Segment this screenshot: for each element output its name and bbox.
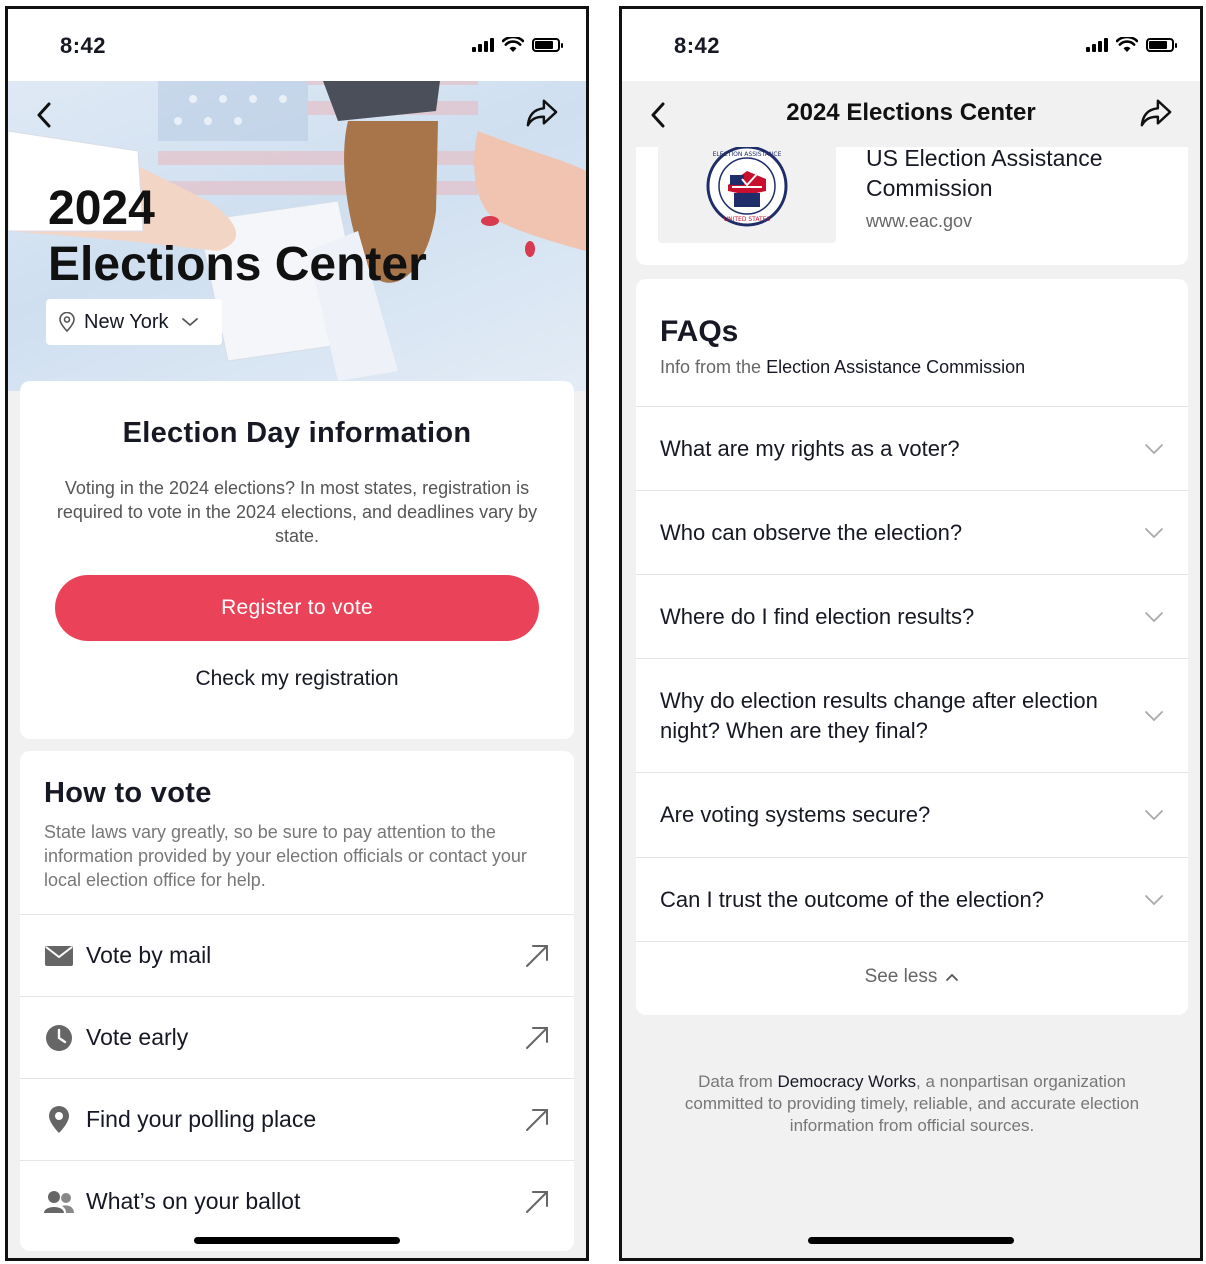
wifi-icon (1116, 37, 1138, 52)
chevron-down-icon (1145, 527, 1163, 538)
eac-name: US Election Assistance Commission (866, 145, 1103, 201)
status-icons (472, 37, 563, 53)
see-less-button[interactable]: See less (636, 941, 1188, 1011)
external-arrow-icon (526, 1026, 548, 1049)
how-to-vote-item-polling-place[interactable]: Find your polling place (20, 1078, 574, 1160)
faq-list: What are my rights as a voter? Who can o… (636, 406, 1188, 1011)
faq-card: FAQs Info from the Election Assistance C… (636, 279, 1188, 1015)
faq-item[interactable]: Where do I find election results? (636, 574, 1188, 658)
location-label: New York (84, 310, 169, 333)
page-title-line-1: 2024 (48, 182, 155, 235)
how-to-vote-description: State laws vary greatly, so be sure to p… (44, 822, 527, 890)
eac-source-card[interactable]: ELECTION ASSISTANCE UNITED STATES US Ele… (636, 129, 1188, 265)
status-icons (1086, 37, 1177, 53)
share-arrow-icon (1140, 99, 1172, 127)
data-source-link[interactable]: Democracy Works (778, 1072, 917, 1091)
faq-subtitle-prefix: Info from the (660, 357, 762, 377)
see-less-label: See less (864, 965, 938, 987)
how-to-vote-item-ballot[interactable]: What’s on your ballot (20, 1160, 574, 1242)
election-day-description: Voting in the 2024 elections? In most st… (56, 478, 538, 546)
share-arrow-icon (526, 99, 558, 127)
status-bar: 8:42 (622, 9, 1200, 81)
check-registration-link[interactable]: Check my registration (20, 667, 574, 691)
share-button[interactable] (1140, 97, 1172, 129)
chevron-down-icon (1145, 710, 1163, 721)
external-arrow-icon (526, 944, 548, 967)
faq-item[interactable]: What are my rights as a voter? (636, 406, 1188, 490)
signal-icon (1086, 38, 1108, 52)
faq-item[interactable]: Are voting systems secure? (636, 772, 1188, 857)
how-to-vote-item-label: Find your polling place (86, 1106, 317, 1132)
how-to-vote-item-vote-early[interactable]: Vote early (20, 996, 574, 1078)
right-phone-screen: 8:42 2024 Elections Center ELECTION ASSI… (619, 6, 1203, 1261)
battery-icon (532, 38, 563, 52)
chevron-down-icon (1145, 894, 1163, 905)
how-to-vote-title: How to vote (44, 777, 212, 809)
location-pin-icon (44, 1105, 74, 1135)
svg-text:UNITED STATES: UNITED STATES (724, 216, 771, 223)
header-title: 2024 Elections Center (786, 99, 1036, 126)
chevron-up-icon (946, 973, 959, 981)
external-arrow-icon (526, 1190, 548, 1213)
faq-question: Are voting systems secure? (660, 802, 931, 827)
left-phone-screen: 8:42 2024 Elections Center New York Elec… (5, 6, 589, 1261)
faq-item[interactable]: Can I trust the outcome of the election? (636, 857, 1188, 941)
faq-item[interactable]: Who can observe the election? (636, 490, 1188, 574)
back-button[interactable] (28, 99, 60, 131)
external-arrow-icon (526, 1108, 548, 1131)
battery-icon (1146, 38, 1177, 52)
page-title-line-2: Elections Center (48, 238, 427, 291)
how-to-vote-item-label: Vote by mail (86, 942, 212, 968)
faq-subtitle-source: Election Assistance Commission (766, 357, 1026, 377)
faq-subtitle: Info from the Election Assistance Commis… (660, 357, 1025, 378)
chevron-down-icon (181, 318, 198, 327)
chevron-down-icon (1145, 810, 1163, 821)
faq-item[interactable]: Why do election results change after ele… (636, 658, 1188, 772)
chevron-left-icon (651, 102, 665, 128)
faq-question: What are my rights as a voter? (660, 435, 960, 461)
people-icon (44, 1187, 74, 1217)
status-time: 8:42 (674, 33, 721, 58)
clock-icon (44, 1023, 74, 1053)
chevron-left-icon (37, 102, 51, 128)
faq-title: FAQs (660, 315, 739, 348)
data-source-prefix: Data from (698, 1072, 773, 1091)
election-day-card: Election Day information Voting in the 2… (20, 381, 574, 739)
chevron-down-icon (1145, 443, 1163, 454)
back-button[interactable] (642, 99, 674, 131)
svg-text:ELECTION ASSISTANCE: ELECTION ASSISTANCE (713, 151, 782, 158)
how-to-vote-item-label: Vote early (86, 1024, 189, 1050)
location-pin-outline-icon (59, 312, 75, 332)
envelope-icon (44, 941, 74, 971)
eac-seal-icon: ELECTION ASSISTANCE UNITED STATES (706, 145, 788, 227)
header-bar: 2024 Elections Center (622, 81, 1200, 147)
faq-question: Who can observe the election? (660, 519, 963, 545)
data-source-note: Data from Democracy Works, a nonpartisan… (682, 1071, 1142, 1137)
how-to-vote-item-label: What’s on your ballot (86, 1188, 301, 1214)
how-to-vote-card: How to vote State laws vary greatly, so … (20, 751, 574, 1251)
chevron-down-icon (1145, 611, 1163, 622)
faq-question: Where do I find election results? (660, 603, 975, 629)
register-to-vote-button[interactable]: Register to vote (55, 575, 539, 641)
how-to-vote-item-vote-by-mail[interactable]: Vote by mail (20, 914, 574, 996)
election-day-title: Election Day information (122, 417, 472, 449)
eac-url[interactable]: www.eac.gov (866, 211, 972, 232)
hero-banner: 2024 Elections Center New York (8, 81, 586, 391)
share-button[interactable] (526, 97, 558, 129)
status-bar: 8:42 (8, 9, 586, 81)
faq-question: Why do election results change after ele… (660, 687, 1098, 743)
wifi-icon (502, 37, 524, 52)
home-indicator[interactable] (808, 1237, 1014, 1244)
how-to-vote-list: Vote by mail Vote early Find your pollin… (20, 914, 574, 1242)
home-indicator[interactable] (194, 1237, 400, 1244)
page-title: 2024 Elections Center (48, 181, 427, 293)
signal-icon (472, 38, 494, 52)
status-time: 8:42 (60, 33, 107, 58)
faq-question: Can I trust the outcome of the election? (660, 886, 1045, 912)
location-selector[interactable]: New York (46, 299, 222, 345)
